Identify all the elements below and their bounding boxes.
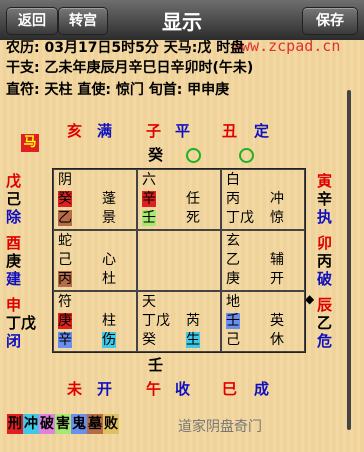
ganzhi-line: 干支: 乙未年庚辰月辛巳日辛卯时(午未) (6, 60, 254, 76)
palace-stem-lower: 壬 (142, 210, 156, 226)
palace-god: 天 (142, 294, 156, 310)
save-button[interactable]: 保存 (302, 7, 358, 35)
branch-wu: 午 (146, 380, 162, 398)
palace-stem-upper: 庚 (58, 313, 72, 329)
palace-cell[interactable]: 白 丙 冲 丁戊 惊 (221, 169, 305, 230)
palace-cell[interactable]: 六 辛 任 壬 死 (137, 169, 221, 230)
palace-god: 阴 (58, 172, 72, 188)
palace-stem-upper: 己 (58, 252, 72, 268)
stem-gui-top: 癸 (148, 146, 164, 164)
top-bar: 返回 转宫 显示 保存 (0, 0, 364, 41)
palace-star: 英 (270, 313, 284, 329)
palace-stem-lower: 己 (226, 332, 240, 348)
lunar-line: 农历: 03月17日5时5分 天马:戊 时盘 (6, 40, 245, 56)
palace-star: 芮 (186, 313, 200, 329)
palace-star: 冲 (270, 191, 284, 207)
palace-stem-upper: 丁戊 (142, 313, 170, 329)
stem-ren-bottom: 壬 (148, 356, 164, 374)
palace-stem-upper: 癸 (58, 191, 72, 207)
left-officer-2: 建 (6, 270, 22, 288)
green-circle-icon (239, 148, 254, 163)
right-officer-2: 破 (317, 270, 333, 288)
legend-hai: 害 (55, 414, 71, 434)
palace-cell[interactable]: 符 庚 柱 辛 伤 (53, 291, 137, 352)
palace-god: 六 (142, 172, 156, 188)
palace-star: 柱 (102, 313, 116, 329)
palace-door: 惊 (270, 210, 284, 226)
palace-cell[interactable]: 地 壬 英 己 休 (221, 291, 305, 352)
right-officer-3: 危 (317, 332, 333, 350)
palace-god: 符 (58, 294, 72, 310)
pointer-diamond-icon: ◆ (305, 292, 315, 306)
palace-stem-lower: 癸 (142, 332, 156, 348)
palace-door: 杜 (102, 271, 116, 287)
branch-chou: 丑 (222, 122, 238, 140)
palace-stem-lower: 辛 (58, 332, 72, 348)
palace-door: 死 (186, 210, 200, 226)
palace-god: 玄 (226, 233, 240, 249)
left-officer-1: 除 (6, 208, 22, 226)
watermark: www.zcpad.cn (232, 40, 341, 55)
palace-star: 任 (186, 191, 200, 207)
legend-po: 破 (39, 414, 55, 434)
palace-door: 休 (270, 332, 284, 348)
green-circle-icon (186, 148, 201, 163)
palace-cell[interactable]: 天 丁戊 芮 癸 生 (137, 291, 221, 352)
palace-stem-lower: 丙 (58, 271, 72, 287)
legend-mu: 墓 (87, 414, 103, 434)
palace-stem-lower: 庚 (226, 271, 240, 287)
zhifu-line: 直符: 天柱 直使: 惊门 旬首: 甲申庚 (6, 82, 230, 98)
palace-cell[interactable]: 玄 乙 辅 庚 开 (221, 230, 305, 291)
legend-bai: 败 (103, 414, 119, 434)
nine-palace-grid: 阴 癸 蓬 乙 景 六 辛 任 壬 死 白 丙 冲 丁戊 惊 蛇 己 心 丙 杜 (52, 168, 306, 353)
officer-kai: 开 (97, 380, 113, 398)
palace-cell[interactable]: 阴 癸 蓬 乙 景 (53, 169, 137, 230)
palace-god: 地 (226, 294, 240, 310)
palace-stem-upper: 壬 (226, 313, 240, 329)
branch-zi: 子 (146, 122, 162, 140)
left-officer-3: 闭 (6, 332, 22, 350)
palace-cell-center[interactable] (137, 230, 221, 291)
method-label: 道家阴盘奇门 (178, 419, 262, 435)
palace-stem-upper: 丙 (226, 191, 240, 207)
palace-god: 白 (226, 172, 240, 188)
chart-content: www.zcpad.cn 农历: 03月17日5时5分 天马:戊 时盘 干支: … (0, 40, 364, 452)
palace-star: 辅 (270, 252, 284, 268)
palace-god: 蛇 (58, 233, 72, 249)
legend-chong: 冲 (23, 414, 39, 434)
palace-door: 生 (186, 332, 200, 348)
palace-star: 蓬 (102, 191, 116, 207)
palace-stem-upper: 乙 (226, 252, 240, 268)
officer-ping: 平 (175, 122, 191, 140)
palace-stem-upper: 辛 (142, 191, 156, 207)
officer-cheng: 成 (254, 380, 270, 398)
palace-door: 伤 (102, 332, 116, 348)
branch-si: 巳 (222, 380, 238, 398)
palace-stem-lower: 乙 (58, 210, 72, 226)
palace-door: 景 (102, 210, 116, 226)
officer-shou: 收 (175, 380, 191, 398)
branch-wei: 未 (67, 380, 83, 398)
legend-xing: 刑 (7, 414, 23, 434)
scrollbar[interactable] (347, 90, 351, 430)
officer-man: 满 (97, 122, 113, 140)
palace-cell[interactable]: 蛇 己 心 丙 杜 (53, 230, 137, 291)
legend-gui: 鬼 (71, 414, 87, 434)
palace-door: 开 (270, 271, 284, 287)
horse-marker: 马 (21, 134, 39, 152)
right-officer-1: 执 (317, 208, 333, 226)
palace-stem-lower: 丁戊 (226, 210, 254, 226)
relation-legend: 刑 冲 破 害 鬼 墓 败 (7, 414, 119, 434)
palace-star: 心 (102, 252, 116, 268)
officer-ding: 定 (254, 122, 270, 140)
branch-hai: 亥 (67, 122, 83, 140)
